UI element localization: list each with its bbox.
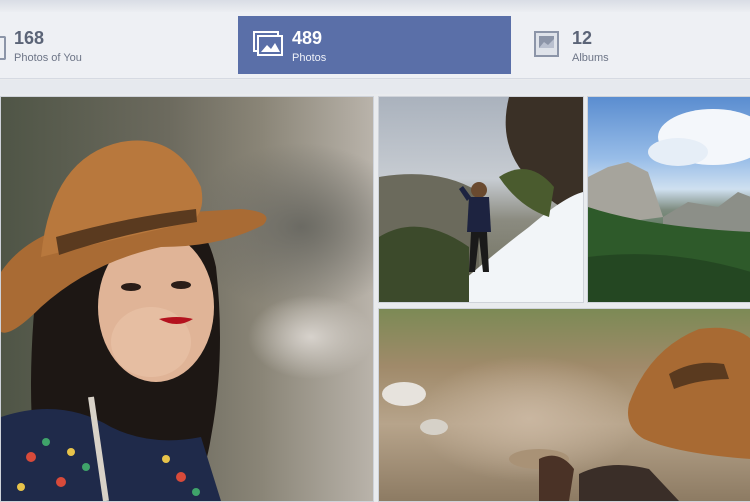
photos-of-you-label: Photos of You	[14, 52, 82, 64]
tab-albums[interactable]: 12 Albums	[520, 16, 750, 74]
photos-label: Photos	[292, 52, 327, 64]
photo-frame-icon	[0, 36, 6, 60]
album-icon	[534, 30, 560, 58]
tab-photos[interactable]: 489 Photos	[238, 16, 511, 74]
photos-stack-icon	[252, 30, 284, 58]
albums-label: Albums	[572, 52, 609, 64]
photo-hiker-on-snowy-slope[interactable]	[378, 96, 584, 303]
photo-mountain-valley[interactable]	[587, 96, 750, 303]
photo-person-on-rocks[interactable]	[378, 308, 750, 502]
photos-of-you-count: 168	[14, 28, 45, 48]
divider	[0, 80, 750, 94]
tab-photos-of-you[interactable]: 168 Photos of You	[0, 16, 230, 74]
photo-tabs: 168 Photos of You 489 Photos 12 Albums	[0, 12, 750, 79]
albums-count: 12	[572, 28, 593, 48]
top-strip	[0, 0, 750, 12]
photo-portrait-woman-hat[interactable]	[0, 96, 374, 502]
photos-count: 489	[292, 28, 323, 48]
